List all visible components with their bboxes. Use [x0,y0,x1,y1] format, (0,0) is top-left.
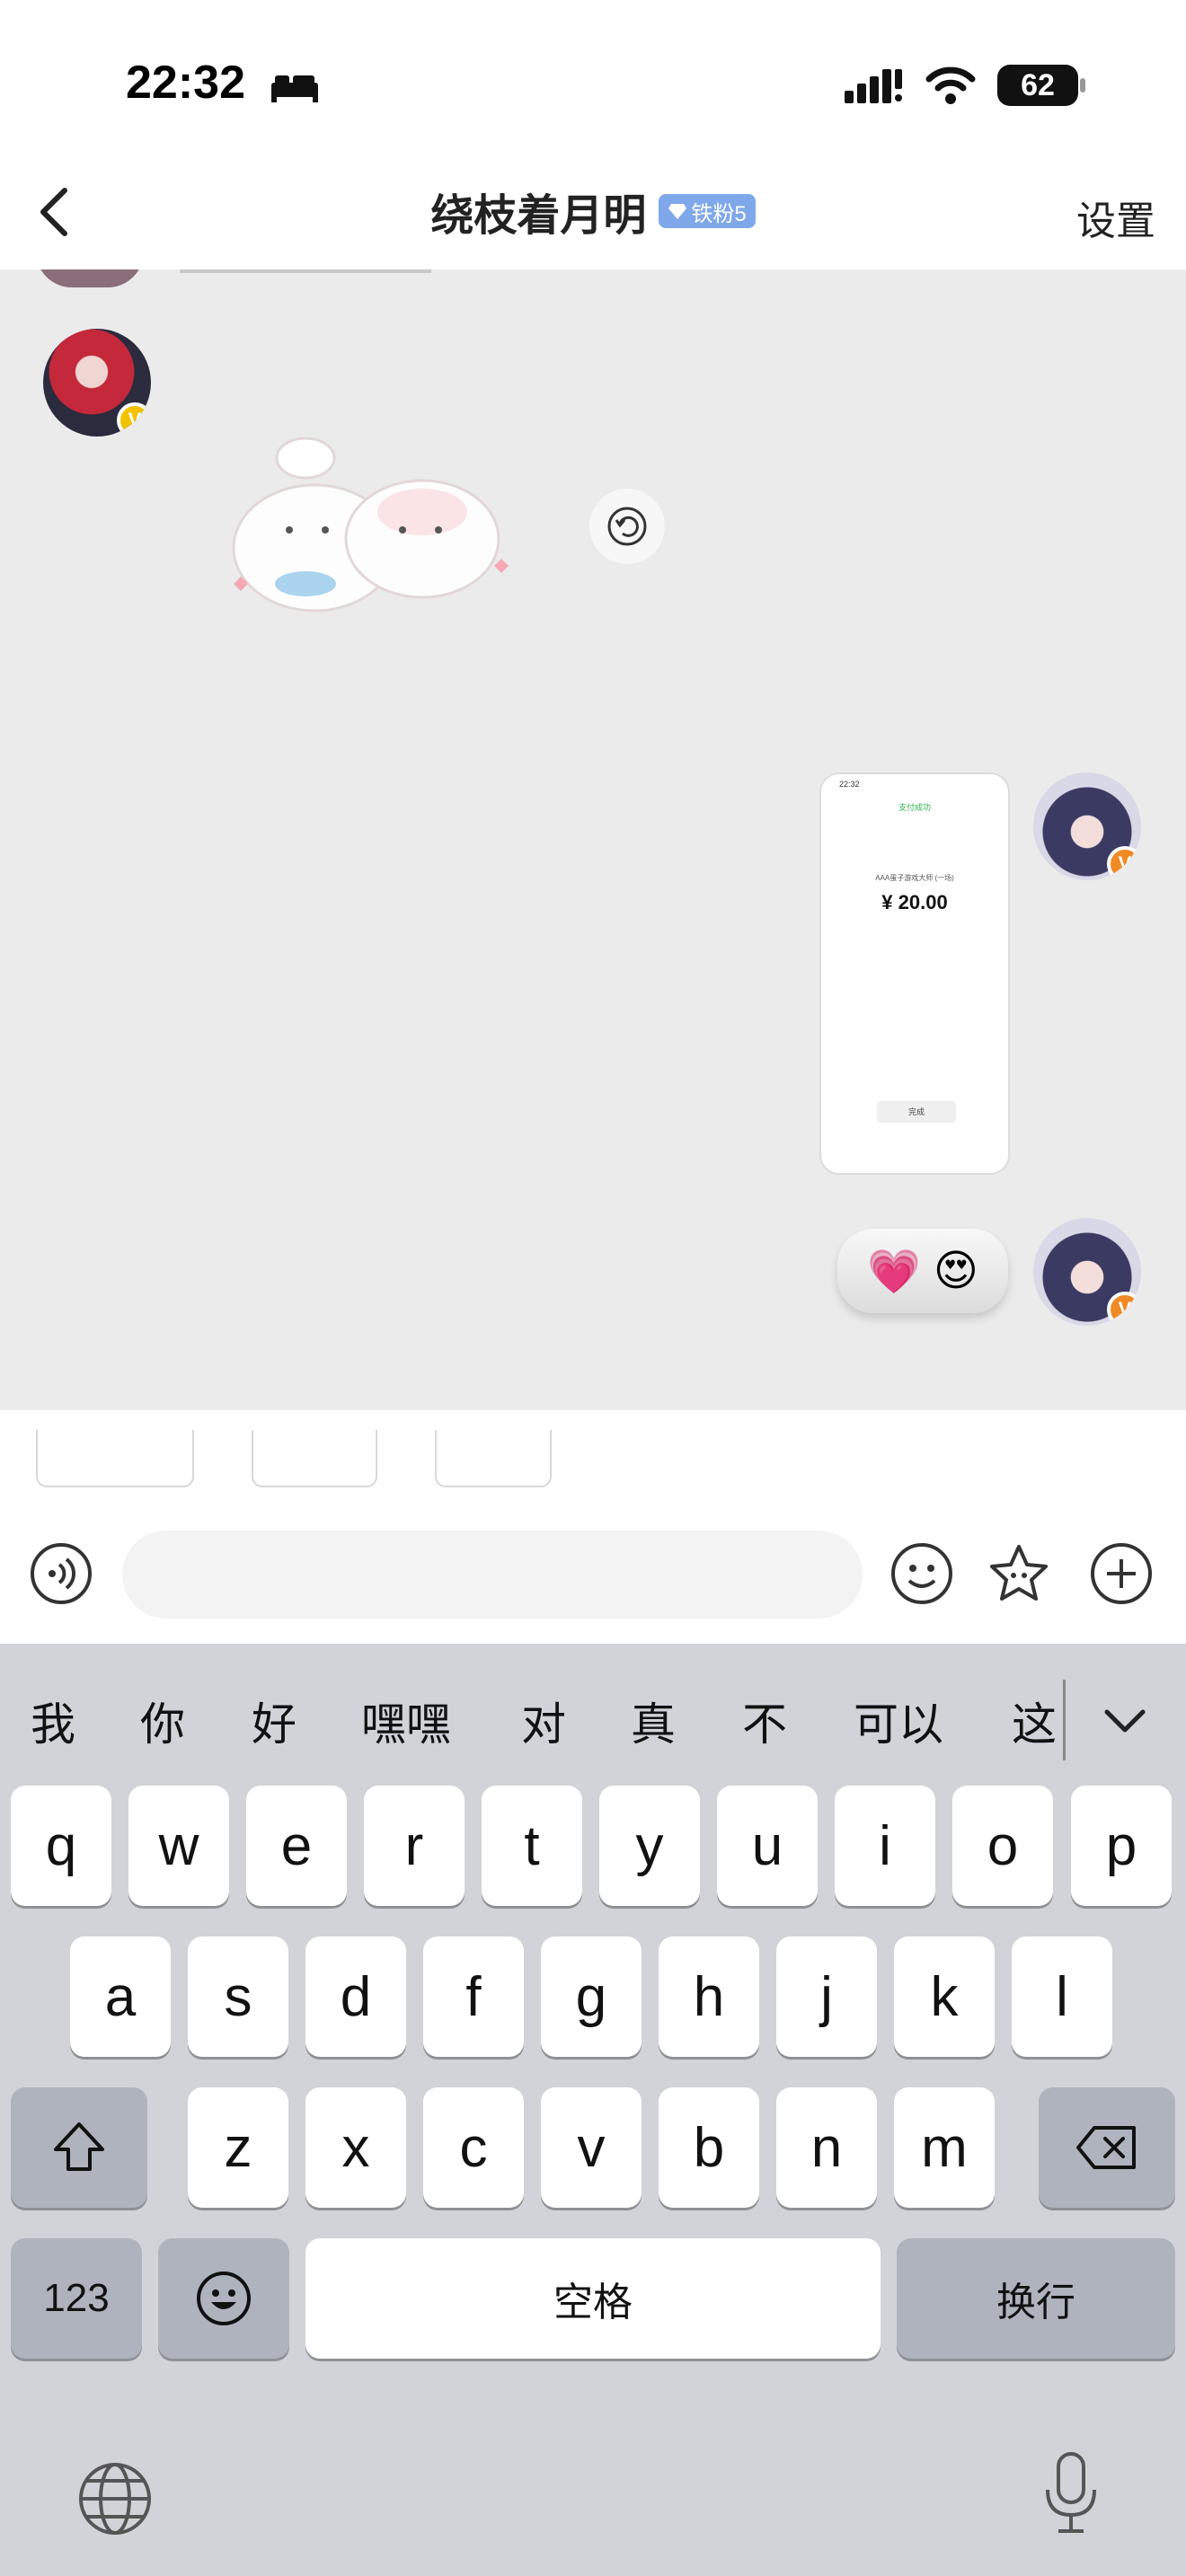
return-key[interactable]: 换行 [897,2238,1175,2359]
key-z[interactable]: z [188,2087,288,2208]
candidate-word[interactable]: 可以 [854,1689,943,1753]
candidate-word[interactable]: 对 [521,1689,566,1753]
wifi-icon [925,66,976,104]
key-u[interactable]: u [717,1786,818,1906]
shift-key[interactable] [11,2087,147,2208]
keyboard: 我 你 好 嘿嘿 对 真 不 可以 这 q w e r t y u i o p … [0,1644,1186,2576]
candidate-word[interactable]: 这 [1012,1689,1057,1753]
candidate-word[interactable]: 不 [742,1689,787,1753]
chat-screen: 22:32 62 绕枝着月明 铁粉5 设置 V V 22:32 支付成功 AAA… [0,0,1186,2576]
key-b[interactable]: b [659,2087,759,2208]
key-h[interactable]: h [659,1936,759,2057]
quick-reply-item[interactable] [435,1430,552,1487]
candidate-word[interactable]: 真 [631,1689,676,1753]
quick-reply-item[interactable] [36,1430,194,1487]
key-x[interactable]: x [305,2087,406,2208]
verified-badge: V [117,402,151,437]
key-s[interactable]: s [188,1936,288,2057]
heart-eyes-emoji: 😍 [933,1248,978,1295]
key-n[interactable]: n [776,2087,877,2208]
image-amount: ¥ 20.00 [881,891,948,913]
previous-message-fragment [36,269,144,287]
key-i[interactable]: i [835,1786,935,1906]
fan-level-badge: 铁粉5 [659,194,756,228]
two-white-bunnies-sticker[interactable] [216,422,521,629]
undo-circle-icon[interactable] [589,489,665,564]
emoji-key[interactable] [158,2238,289,2359]
keyboard-bottom-bar [0,2416,1186,2576]
key-y[interactable]: y [599,1786,700,1906]
space-key[interactable]: 空格 [305,2238,881,2359]
candidate-word[interactable]: 你 [140,1689,185,1753]
verified-badge: V [1107,1292,1141,1326]
key-p[interactable]: p [1071,1786,1172,1906]
candidate-row: 我 你 好 嘿嘿 对 真 不 可以 这 [0,1644,1186,1787]
key-q[interactable]: q [11,1786,111,1906]
candidate-word[interactable]: 我 [31,1689,75,1753]
status-right: 62 [845,65,1085,106]
quick-reply-item[interactable] [252,1430,377,1487]
payment-screenshot-image[interactable]: 22:32 支付成功 AAA蛋子游戏大师 (一场) ¥ 20.00 完成 [819,772,1010,1175]
key-v[interactable]: v [541,2087,642,2208]
numbers-key[interactable]: 123 [11,2238,142,2359]
diamond-icon [668,204,687,219]
smile-icon[interactable] [890,1541,954,1606]
battery-icon: 62 [997,65,1085,106]
backspace-key[interactable] [1039,2087,1175,2208]
input-bar [0,1509,1186,1644]
candidate-word[interactable]: 嘿嘿 [361,1689,451,1753]
plus-circle-icon[interactable] [1089,1541,1154,1606]
previous-message-line [180,269,431,273]
chevron-down-icon[interactable] [1098,1694,1152,1748]
microphone-icon[interactable] [1039,2450,1103,2536]
image-desc: AAA蛋子游戏大师 (一场) [875,874,954,882]
key-e[interactable]: e [246,1786,347,1906]
emoji-message-bubble[interactable]: 💗 😍 [837,1229,1008,1313]
key-r[interactable]: r [364,1786,465,1906]
voice-icon[interactable] [29,1541,93,1606]
star-face-icon[interactable] [987,1541,1051,1606]
key-d[interactable]: d [305,1936,406,2057]
key-c[interactable]: c [423,2087,524,2208]
sleep-icon [271,75,318,102]
key-w[interactable]: w [128,1786,229,1906]
image-status: 支付成功 [898,803,931,812]
key-m[interactable]: m [894,2087,995,2208]
key-l[interactable]: l [1012,1936,1112,2057]
key-g[interactable]: g [541,1936,642,2057]
title-wrap: 绕枝着月明 铁粉5 [0,180,1186,243]
shift-icon [54,2122,104,2171]
key-f[interactable]: f [423,1936,524,2057]
verified-badge: V [1107,846,1141,880]
backspace-icon [1076,2126,1136,2169]
candidate-word[interactable]: 好 [252,1689,296,1753]
key-t[interactable]: t [482,1786,582,1906]
settings-button[interactable]: 设置 [1076,189,1155,246]
key-a[interactable]: a [70,1936,171,2057]
page-title: 绕枝着月明 [430,192,647,240]
candidate-divider [1063,1680,1066,1760]
avatar-other[interactable]: V [43,329,151,437]
message-input[interactable] [122,1531,863,1619]
image-time: 22:32 [839,780,860,789]
key-j[interactable]: j [776,1936,877,2057]
emoji-key-icon [197,2272,251,2325]
status-time: 22:32 [126,57,245,109]
avatar-self[interactable]: V [1033,1218,1141,1326]
globe-icon[interactable] [77,2461,153,2536]
signal-icon [845,69,902,103]
fan-level-label: 铁粉5 [691,201,747,226]
message-list[interactable]: V V 22:32 支付成功 AAA蛋子游戏大师 (一场) ¥ 20.00 完成… [0,269,1186,1410]
key-k[interactable]: k [894,1936,995,2057]
top-bar: 22:32 62 绕枝着月明 铁粉5 设置 [0,0,1186,269]
image-done-button: 完成 [877,1101,956,1123]
key-o[interactable]: o [952,1786,1053,1906]
quick-reply-strip [0,1410,1186,1509]
heart-emoji: 💗 [867,1248,921,1296]
avatar-self[interactable]: V [1033,772,1141,880]
